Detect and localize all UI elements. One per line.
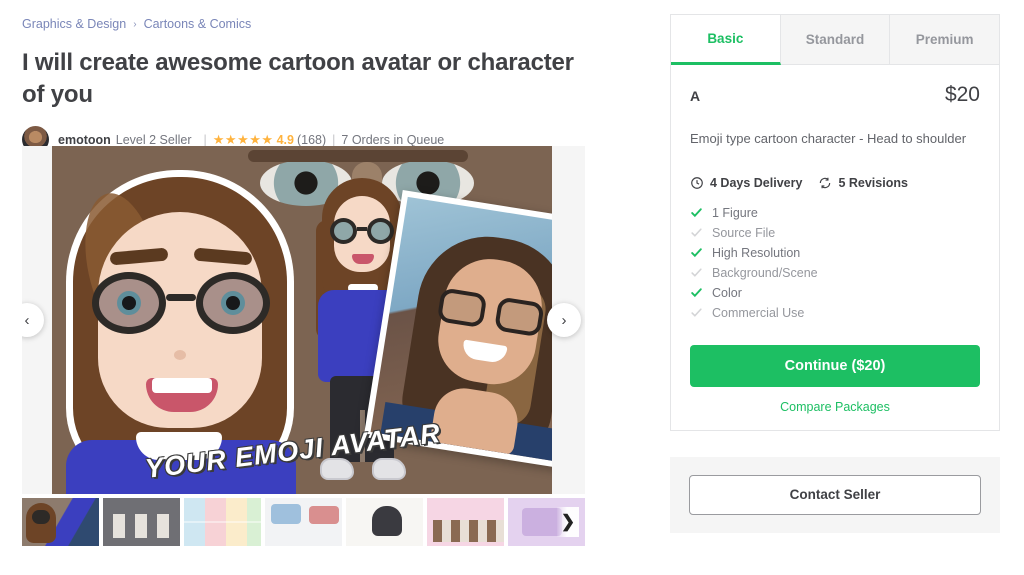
chevron-right-icon: › [561,311,567,329]
chevron-right-icon: › [133,18,137,30]
package-features-list: 1 Figure Source File High Resolution Bac… [690,203,980,323]
feature-item: 1 Figure [690,203,980,223]
revisions-label: 5 Revisions [838,175,908,190]
thumbnails-next-button[interactable]: ❯ [557,507,579,537]
contact-seller-card: Contact Seller [670,456,1000,533]
delivery-label: 4 Days Delivery [710,175,803,190]
feature-label: Source File [712,225,776,240]
background-brow-art [248,150,468,162]
feature-item: Background/Scene [690,263,980,283]
feature-item: Commercial Use [690,303,980,323]
chevron-left-icon: ‹ [24,311,30,329]
feature-item: Source File [690,223,980,243]
contact-seller-button[interactable]: Contact Seller [689,474,981,515]
package-description: Emoji type cartoon character - Head to s… [690,131,967,146]
feature-label: Color [712,285,742,300]
feature-label: 1 Figure [712,205,758,220]
check-icon [690,266,703,279]
check-icon [690,286,703,299]
feature-item: High Resolution [690,243,980,263]
orders-in-queue: 7 Orders in Queue [341,132,445,147]
carousel-thumbnail[interactable] [346,498,423,546]
seller-level: Level 2 Seller [115,132,192,147]
carousel-thumbnail[interactable]: ❯ [508,498,585,546]
check-icon [690,306,703,319]
package-header: A $20 [690,83,980,107]
tab-basic[interactable]: Basic [671,15,781,65]
divider: | [332,132,336,147]
package-price: $20 [944,83,980,106]
clock-icon [690,176,704,190]
tab-premium[interactable]: Premium [890,15,1000,65]
carousel-thumbnail[interactable] [184,498,261,546]
carousel-prev-button[interactable]: ‹ [22,303,44,337]
tab-standard[interactable]: Standard [780,15,891,65]
page-title: I will create awesome cartoon avatar or … [22,49,574,108]
package-card: Basic Standard Premium A $20 Emoji type … [670,14,1000,431]
gig-page: Graphics & Design › Cartoons & Comics I … [0,0,1024,575]
glasses-art [92,272,270,334]
package-tabs[interactable]: Basic Standard Premium [671,15,1000,65]
gig-image-carousel[interactable]: YOUR EMOJI AVATAR ‹ › [22,146,585,494]
breadcrumb-item-graphics-design[interactable]: Graphics & Design [22,17,126,31]
carousel-thumbnail[interactable] [103,498,180,546]
delivery-time: 4 Days Delivery [690,176,802,190]
breadcrumb: Graphics & Design › Cartoons & Comics [22,0,622,31]
carousel-thumbnail[interactable] [427,498,504,546]
revisions: 5 Revisions [818,175,908,190]
rating-value: 4.9 [276,132,294,147]
package-body: A $20 Emoji type cartoon character - Hea… [671,65,999,430]
feature-item: Color [690,283,980,303]
carousel-thumbnail[interactable] [265,498,342,546]
refresh-icon [818,176,832,190]
package-meta-row: 4 Days Delivery 5 Revisions [690,176,980,190]
reviews-count[interactable]: (168) [297,133,326,147]
feature-label: Background/Scene [712,265,818,280]
carousel-hero-image: YOUR EMOJI AVATAR [52,146,552,494]
check-icon [690,226,703,239]
package-name: A [690,88,701,104]
continue-button[interactable]: Continue ($20) [690,344,980,387]
check-icon [690,246,703,259]
feature-label: High Resolution [712,245,801,260]
compare-packages-link[interactable]: Compare Packages [690,400,980,414]
feature-label: Commercial Use [712,305,805,320]
package-sidebar: Basic Standard Premium A $20 Emoji type … [670,14,1000,533]
chevron-right-icon: ❯ [560,512,576,531]
check-icon [690,206,703,219]
seller-username[interactable]: emotoon [58,133,111,147]
carousel-next-button[interactable]: › [547,303,581,337]
carousel-thumbnail[interactable] [22,498,99,546]
divider: | [203,132,207,147]
gig-main-column: Graphics & Design › Cartoons & Comics I … [22,0,622,154]
carousel-thumbnail-strip[interactable]: ❯ [22,498,585,546]
breadcrumb-item-cartoons-comics[interactable]: Cartoons & Comics [144,17,252,31]
